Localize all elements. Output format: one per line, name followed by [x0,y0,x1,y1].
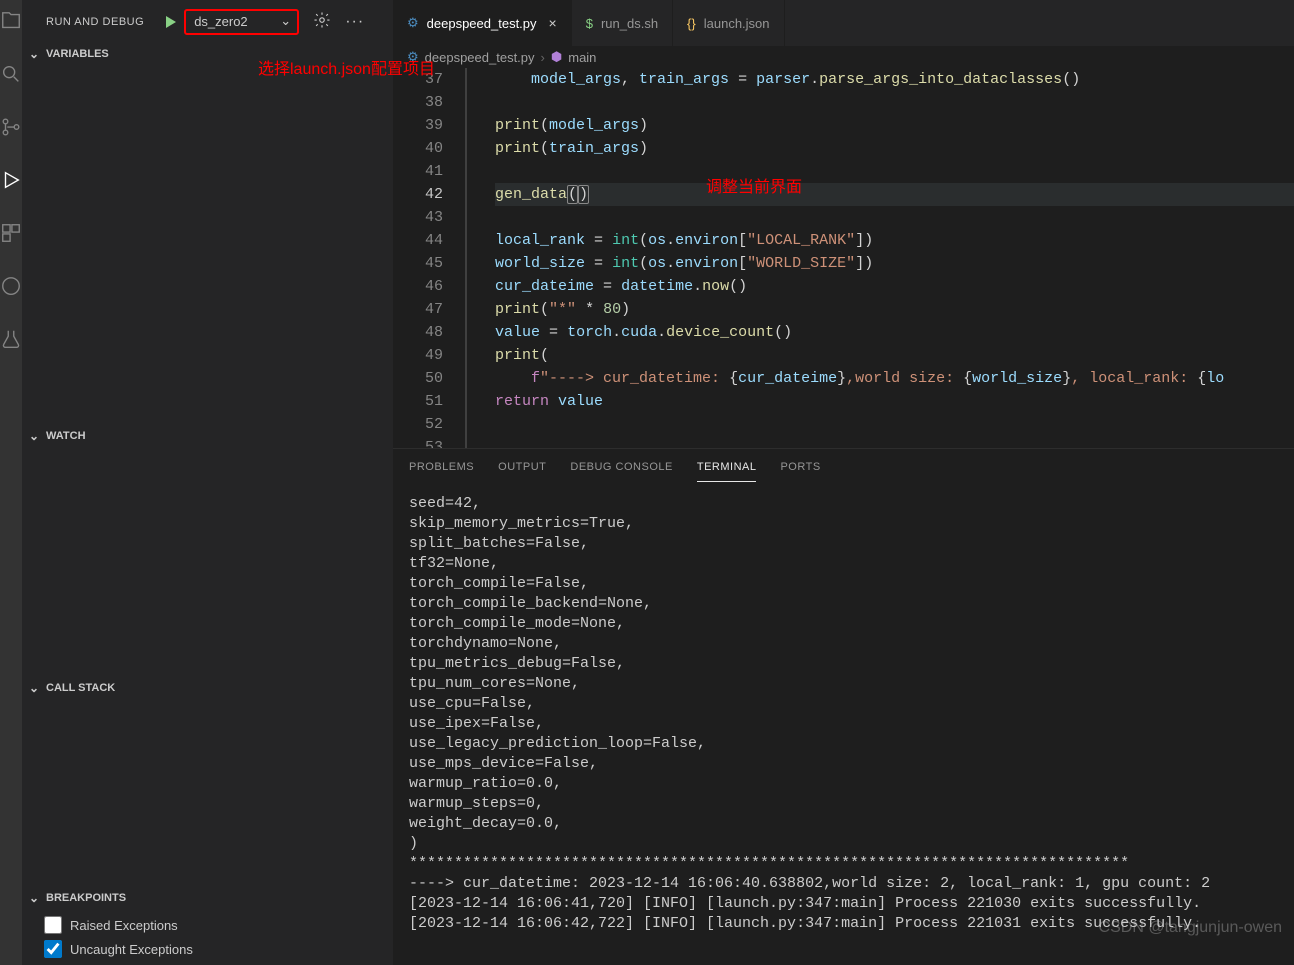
watch-body [22,447,393,677]
chevron-down-icon: ⌄ [26,429,42,443]
watch-label: WATCH [46,430,86,442]
sidebar-title: RUN AND DEBUG [46,16,144,28]
tab-label: run_ds.sh [601,16,658,31]
breakpoint-label: Uncaught Exceptions [70,942,193,957]
chevron-down-icon: ⌄ [26,47,42,61]
gear-icon[interactable] [313,11,331,32]
more-actions-icon[interactable]: ··· [345,13,364,31]
editor-tabs: ⚙ deepspeed_test.py × $ run_ds.sh {} lau… [393,0,1294,46]
callstack-section-header[interactable]: ⌄ CALL STACK [22,677,393,699]
search-icon[interactable] [0,63,22,88]
activity-bar [0,0,22,965]
extensions-icon[interactable] [0,222,22,247]
sidebar-header: RUN AND DEBUG ds_zero2 ··· [22,0,393,43]
indent-guide [465,68,467,448]
editor-group: ⚙ deepspeed_test.py × $ run_ds.sh {} lau… [393,0,1294,965]
breakpoints-label: BREAKPOINTS [46,892,126,904]
red-annotation-ui: 调整当前界面 [706,173,802,197]
close-icon[interactable]: × [549,15,557,31]
tab-deepspeed-test[interactable]: ⚙ deepspeed_test.py × [393,0,572,46]
variables-body [22,65,393,425]
callstack-label: CALL STACK [46,682,115,694]
config-selected-label: ds_zero2 [194,14,247,29]
start-debug-button[interactable] [162,14,178,30]
bottom-panel: PROBLEMS OUTPUT DEBUG CONSOLE TERMINAL P… [393,448,1294,965]
breakpoints-section-header[interactable]: ⌄ BREAKPOINTS [22,887,393,909]
breakpoint-checkbox-raised[interactable] [44,916,62,934]
red-annotation-config: 选择launch.json配置项目 [258,55,435,79]
code-editor[interactable]: 3738394041424344454647484950515253 model… [393,68,1294,448]
breakpoint-label: Raised Exceptions [70,918,178,933]
variables-label: VARIABLES [46,48,109,60]
breakpoint-checkbox-uncaught[interactable] [44,940,62,958]
panel-tab-problems[interactable]: PROBLEMS [409,457,474,482]
panel-tab-terminal[interactable]: TERMINAL [697,457,757,482]
test-icon[interactable] [0,328,22,353]
chevron-down-icon: ⌄ [26,681,42,695]
breadcrumb-symbol: main [568,50,596,65]
panel-tab-debug-console[interactable]: DEBUG CONSOLE [570,457,672,482]
launch-config-select[interactable]: ds_zero2 [184,9,299,35]
breadcrumb[interactable]: ⚙ deepspeed_test.py › ⬢ main [393,46,1294,68]
chevron-down-icon: ⌄ [26,891,42,905]
watch-section-header[interactable]: ⌄ WATCH [22,425,393,447]
callstack-body [22,699,393,887]
breadcrumb-file: deepspeed_test.py [425,50,535,65]
breakpoint-item: Uncaught Exceptions [44,937,393,961]
panel-tab-output[interactable]: OUTPUT [498,457,546,482]
run-debug-icon[interactable] [0,169,22,194]
tab-label: deepspeed_test.py [427,16,537,31]
panel-tab-ports[interactable]: PORTS [780,457,820,482]
panel-tabs: PROBLEMS OUTPUT DEBUG CONSOLE TERMINAL P… [393,449,1294,482]
debug-sidebar: RUN AND DEBUG ds_zero2 ··· ⌄ VARIABLES ⌄… [22,0,393,965]
terminal-output[interactable]: seed=42, skip_memory_metrics=True, split… [393,482,1294,965]
python-icon: ⚙ [407,15,419,31]
explorer-icon[interactable] [0,10,22,35]
remote-icon[interactable] [0,275,22,300]
shell-icon: $ [586,16,593,31]
source-control-icon[interactable] [0,116,22,141]
watermark: CSDN @tangjunjun-owen [1099,919,1282,937]
breakpoint-item: Raised Exceptions [44,913,393,937]
json-icon: {} [687,16,696,31]
breakpoints-body: Raised Exceptions Uncaught Exceptions [22,909,393,965]
line-gutter: 3738394041424344454647484950515253 [393,68,465,448]
breadcrumb-sep: › [541,50,545,65]
tab-label: launch.json [704,16,770,31]
symbol-icon: ⬢ [551,49,562,65]
tab-run-ds[interactable]: $ run_ds.sh [572,0,673,46]
tab-launch-json[interactable]: {} launch.json [673,0,784,46]
code-content: model_args, train_args = parser.parse_ar… [495,68,1294,448]
